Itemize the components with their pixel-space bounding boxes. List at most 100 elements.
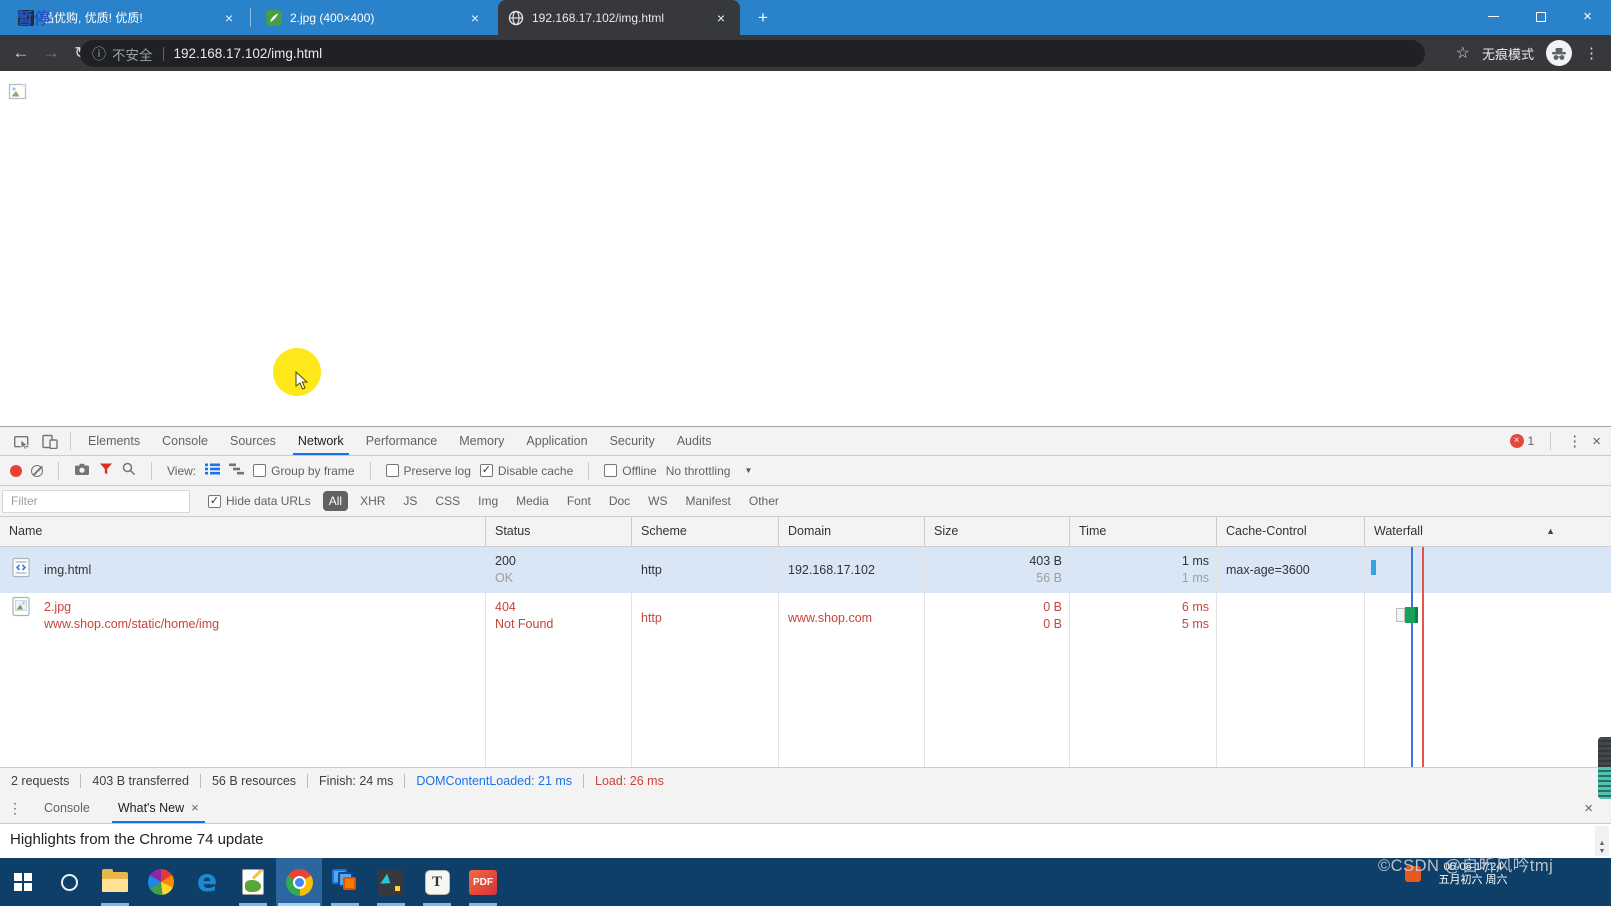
devtools-tab-sources[interactable]: Sources (219, 427, 287, 455)
waterfall-stalled-2jpg[interactable] (1396, 608, 1405, 622)
devtools-tab-network[interactable]: Network (287, 427, 355, 455)
drawer-tab-console[interactable]: Console (30, 793, 104, 823)
column-header-scheme[interactable]: Scheme (632, 517, 779, 546)
column-divider[interactable] (1069, 547, 1070, 767)
column-divider[interactable] (924, 547, 925, 767)
screenshot-capture-icon[interactable] (74, 463, 90, 479)
clear-network-log-button[interactable] (31, 465, 43, 477)
window-maximize-button[interactable] (1517, 0, 1564, 33)
tab-close-icon[interactable]: × (712, 10, 730, 26)
network-request-row-imghtml[interactable]: img.html 200 OK http 192.168.17.102 403 … (0, 547, 1611, 593)
disable-cache-checkbox[interactable]: ✓ Disable cache (480, 464, 573, 478)
drawer-tab-close-icon[interactable]: × (191, 793, 199, 823)
filter-type-other[interactable]: Other (743, 491, 785, 511)
console-error-badge[interactable]: × 1 (1510, 434, 1535, 448)
column-header-cache-control[interactable]: Cache-Control (1217, 517, 1365, 546)
chrome-button[interactable] (276, 858, 322, 906)
pdf-reader-button[interactable]: PDF (460, 858, 506, 906)
device-toolbar-icon[interactable] (36, 428, 64, 454)
group-by-frame-checkbox[interactable]: Group by frame (253, 464, 354, 478)
window-minimize-button[interactable] (1470, 0, 1517, 33)
view-waterfall-icon[interactable] (229, 463, 244, 478)
column-header-time[interactable]: Time (1070, 517, 1217, 546)
vmware-button[interactable] (322, 858, 368, 906)
url-text[interactable]: 192.168.17.102/img.html (174, 46, 323, 61)
filter-type-doc[interactable]: Doc (603, 491, 636, 511)
network-request-row-2jpg[interactable]: 2.jpg www.shop.com/static/home/img 404 N… (0, 593, 1611, 643)
filter-type-ws[interactable]: WS (642, 491, 673, 511)
waterfall-header-label: Waterfall (1374, 524, 1423, 538)
devtools-tab-console[interactable]: Console (151, 427, 219, 455)
devtools-menu-icon[interactable]: ⋮ (1567, 432, 1582, 450)
filter-type-media[interactable]: Media (510, 491, 555, 511)
incognito-avatar-icon[interactable] (1546, 40, 1572, 66)
filter-type-js[interactable]: JS (397, 491, 423, 511)
column-divider[interactable] (485, 547, 486, 767)
column-divider[interactable] (778, 547, 779, 767)
devtools-tab-memory[interactable]: Memory (448, 427, 515, 455)
filter-type-img[interactable]: Img (472, 491, 504, 511)
drawer-close-icon[interactable]: × (1584, 800, 1611, 817)
devtools-close-icon[interactable]: × (1592, 433, 1601, 450)
new-tab-button[interactable]: + (752, 7, 774, 29)
drawer-menu-icon[interactable]: ⋮ (0, 800, 30, 817)
tab-close-icon[interactable]: × (466, 10, 484, 26)
devtools-tab-application[interactable]: Application (515, 427, 598, 455)
column-header-waterfall[interactable]: Waterfall ▲ (1365, 517, 1611, 546)
devtools-tab-audits[interactable]: Audits (666, 427, 723, 455)
waterfall-bar-2jpg[interactable] (1405, 607, 1418, 623)
edge-button[interactable]: e (184, 858, 230, 906)
filter-type-font[interactable]: Font (561, 491, 597, 511)
browser-tab-2jpg[interactable]: 2.jpg (400×400) × (256, 0, 494, 35)
column-header-domain[interactable]: Domain (779, 517, 925, 546)
record-network-log-button[interactable] (10, 465, 22, 477)
inspect-element-icon[interactable] (8, 428, 36, 454)
preserve-log-checkbox[interactable]: Preserve log (386, 464, 471, 478)
browser-menu-icon[interactable]: ⋮ (1584, 44, 1599, 62)
info-icon[interactable]: ⓘ (92, 44, 106, 64)
address-bar[interactable]: ⓘ 不安全 192.168.17.102/img.html (80, 40, 1425, 67)
drawer-tab-whats-new[interactable]: What's New × (104, 793, 213, 823)
search-icon[interactable] (122, 462, 136, 479)
waterfall-bar-imghtml[interactable] (1371, 560, 1376, 575)
tab-close-icon[interactable]: × (220, 10, 238, 26)
window-close-button[interactable]: × (1564, 0, 1611, 33)
devtools-tab-security[interactable]: Security (599, 427, 666, 455)
editor-app-button[interactable] (230, 858, 276, 906)
scroll-up-icon[interactable]: ▲ (1599, 840, 1606, 847)
filter-type-manifest[interactable]: Manifest (680, 491, 737, 511)
forward-button[interactable]: → (36, 43, 66, 63)
column-divider[interactable] (631, 547, 632, 767)
checkbox-checked-icon: ✓ (208, 495, 221, 508)
filter-input[interactable] (2, 490, 190, 513)
devtools-tab-performance[interactable]: Performance (355, 427, 449, 455)
back-button[interactable]: ← (6, 43, 36, 63)
view-list-icon[interactable] (205, 463, 220, 478)
terminal-button[interactable] (368, 858, 414, 906)
devtools-tab-elements[interactable]: Elements (77, 427, 151, 455)
bookmark-star-icon[interactable]: ☆ (1456, 43, 1470, 63)
network-filter-icon[interactable] (99, 463, 113, 478)
column-divider[interactable] (1216, 547, 1217, 767)
offline-checkbox[interactable]: Offline (604, 464, 656, 478)
media-app-button[interactable] (138, 858, 184, 906)
recorder-floating-widget[interactable] (1598, 737, 1611, 799)
request-size-cell: 0 B 0 B (925, 593, 1070, 643)
cortana-button[interactable] (46, 858, 92, 906)
scroll-down-icon[interactable]: ▼ (1599, 848, 1606, 855)
column-header-size[interactable]: Size (925, 517, 1070, 546)
hide-data-urls-checkbox[interactable]: ✓ Hide data URLs (208, 494, 311, 508)
filter-type-all[interactable]: All (323, 491, 348, 511)
column-header-name[interactable]: Name (0, 517, 486, 546)
column-header-status[interactable]: Status (486, 517, 632, 546)
typora-button[interactable]: T (414, 858, 460, 906)
throttling-dropdown[interactable]: No throttling ▼ (666, 464, 753, 478)
start-button[interactable] (0, 858, 46, 906)
file-explorer-button[interactable] (92, 858, 138, 906)
drawer-scrollbar[interactable]: ▲ ▼ (1595, 826, 1609, 856)
filter-type-css[interactable]: CSS (429, 491, 466, 511)
column-divider[interactable] (1364, 547, 1365, 767)
browser-tab-imghtml-active[interactable]: 192.168.17.102/img.html × (498, 0, 740, 35)
preserve-log-label: Preserve log (404, 464, 471, 478)
filter-type-xhr[interactable]: XHR (354, 491, 391, 511)
